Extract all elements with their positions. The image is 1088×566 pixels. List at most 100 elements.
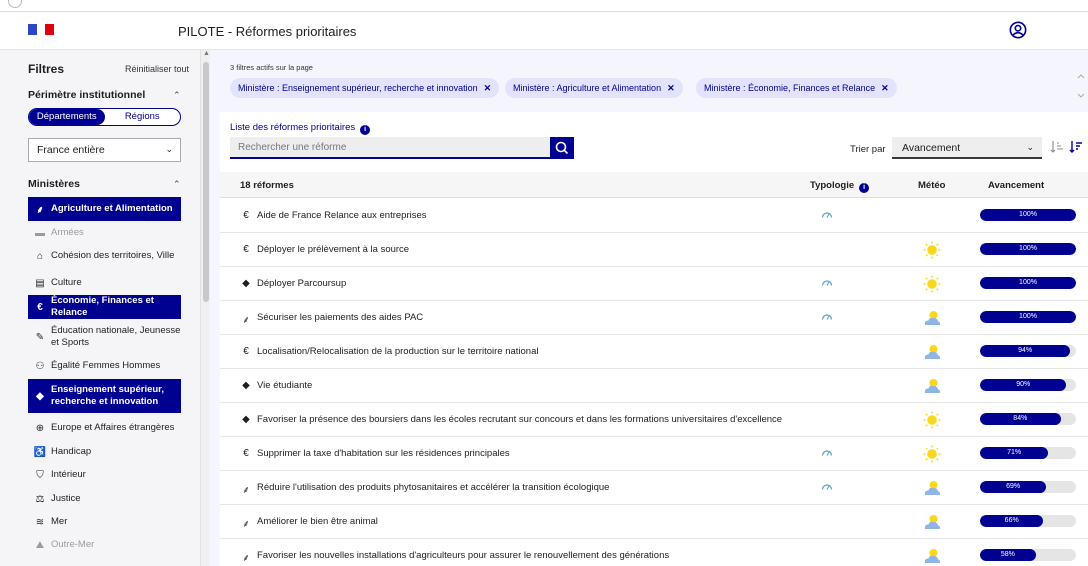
search-button[interactable] [550, 137, 574, 159]
ministeres-section-title[interactable]: Ministères [28, 178, 80, 190]
progress-bar: 100% [980, 311, 1076, 323]
table-row[interactable]: € Supprimer la taxe d'habitation sur les … [220, 437, 1088, 471]
perimetre-toggle[interactable]: Départements Régions [28, 108, 181, 126]
progress-bar: 100% [980, 277, 1076, 289]
reform-name[interactable]: Favoriser la présence des boursiers dans… [257, 414, 782, 425]
close-icon[interactable]: ✕ [881, 83, 889, 93]
territory-select-value: France entière [37, 144, 105, 156]
chevron-up-icon[interactable]: ⌃ [173, 179, 181, 190]
reform-name[interactable]: Supprimer la taxe d'habitation sur les r… [257, 448, 510, 459]
chevron-up-icon[interactable]: ⌃ [173, 90, 181, 101]
sun-icon [923, 445, 941, 463]
progress-bar: 69% [980, 481, 1076, 493]
reforms-list-title: Liste des réformes prioritaires i [230, 122, 371, 135]
filters-title: Filtres [28, 62, 65, 76]
ministere-handicap[interactable]: ♿ Handicap [28, 443, 181, 461]
progress-bar-fill: 71% [980, 447, 1049, 459]
territory-select[interactable]: France entière ⌄ [28, 138, 181, 162]
reform-name[interactable]: Réduire l'utilisation des produits phyto… [257, 482, 609, 493]
wheat-icon: ⸙ [36, 205, 44, 216]
reform-name[interactable]: Vie étudiante [257, 380, 312, 391]
ministere-outre-mer: ⛰ Outre-Mer [28, 536, 181, 554]
search-input[interactable] [230, 137, 550, 159]
app-title: PILOTE - Réformes prioritaires [178, 24, 357, 39]
ministere-europe[interactable]: ⊕ Europe et Affaires étrangères [28, 419, 181, 437]
ministere-cohesion-territoires[interactable]: ⌂ Cohésion des territoires, Ville [28, 247, 181, 265]
info-icon[interactable]: i [859, 183, 870, 193]
table-row[interactable]: € Localisation/Relocalisation de la produ… [220, 335, 1088, 369]
sidebar-scrollbar-thumb[interactable] [203, 62, 209, 302]
column-meteo: Météo [918, 180, 946, 191]
reforms-table-header: 18 réformes Typologie i Météo Avancement [220, 172, 1088, 198]
sidebar-scrollbar[interactable]: ▲ [200, 50, 210, 566]
ministere-education[interactable]: ✎ Éducation nationale, Jeunesse et Sport… [28, 322, 181, 352]
ministere-culture[interactable]: ▤ Culture [28, 274, 181, 292]
reform-name[interactable]: Sécuriser les paiements des aides PAC [257, 312, 423, 323]
filter-chip-agriculture[interactable]: Ministère : Agriculture et Alimentation ✕ [505, 78, 683, 98]
progress-bar: 71% [980, 447, 1076, 459]
table-row[interactable]: ◆ Favoriser la présence des boursiers dan… [220, 403, 1088, 437]
table-row[interactable]: ◆ Vie étudiante 90% [220, 369, 1088, 403]
table-row[interactable]: ⸙ Sécuriser les paiements des aides PAC 10… [220, 301, 1088, 335]
ministere-mer[interactable]: ≋ Mer [28, 513, 181, 531]
sort-select-value: Avancement [902, 142, 961, 154]
euro-icon: € [243, 346, 249, 357]
ministere-agriculture[interactable]: ⸙ Agriculture et Alimentation [28, 197, 181, 221]
partly-cloudy-icon [924, 379, 941, 393]
island-icon: ⛰ [35, 539, 45, 551]
reform-name[interactable]: Déployer Parcoursup [257, 278, 346, 289]
partly-cloudy-icon [924, 549, 941, 563]
graduation-cap-icon: ◆ [242, 278, 250, 289]
sun-icon [923, 275, 941, 293]
ministere-interieur[interactable]: ⛉ Intérieur [28, 466, 181, 484]
republique-francaise-logo[interactable] [28, 24, 55, 35]
progress-bar-fill: 100% [980, 277, 1076, 289]
table-row[interactable]: ⸙ Améliorer le bien être animal 66% [220, 505, 1088, 539]
wheat-icon: ⸙ [242, 553, 250, 564]
reform-name[interactable]: Aide de France Relance aux entreprises [257, 210, 427, 221]
wheat-icon: ⸙ [242, 315, 250, 326]
browser-top-strip [0, 0, 1088, 12]
reform-name[interactable]: Localisation/Relocalisation de la produc… [257, 346, 538, 357]
pencil-icon: ✎ [35, 331, 45, 343]
filters-scroll-arrows-icon[interactable] [1076, 72, 1086, 100]
progress-bar-fill: 90% [980, 379, 1067, 391]
ministere-armees: ▬ Armées [35, 227, 84, 239]
reform-name[interactable]: Améliorer le bien être animal [257, 516, 378, 527]
reform-name[interactable]: Favoriser les nouvelles installations d'… [257, 550, 669, 561]
info-icon[interactable]: i [360, 125, 371, 135]
progress-bar-fill: 69% [980, 481, 1047, 493]
progress-bar-fill: 100% [980, 209, 1076, 221]
toggle-departements[interactable]: Départements [29, 109, 105, 125]
table-row[interactable]: € Aide de France Relance aux entreprises 1… [220, 199, 1088, 233]
reform-name[interactable]: Déployer le prélèvement à la source [257, 244, 409, 255]
search-icon [555, 141, 569, 155]
gauge-icon [821, 280, 833, 286]
scroll-up-arrow-icon[interactable]: ▲ [203, 50, 210, 57]
ministere-enseignement-superieur[interactable]: ◆ Enseignement supérieur, recherche et i… [28, 379, 181, 413]
table-row[interactable]: ⸙ Favoriser les nouvelles installations d… [220, 539, 1088, 566]
table-row[interactable]: € Déployer le prélèvement à la source 100% [220, 233, 1088, 267]
progress-bar: 58% [980, 549, 1076, 561]
perimetre-section-title[interactable]: Périmètre institutionnel [28, 89, 145, 101]
user-account-icon[interactable] [1009, 21, 1027, 39]
ministere-justice[interactable]: ⚖ Justice [28, 490, 181, 508]
ministere-egalite[interactable]: ⚇ Égalité Femmes Hommes [28, 357, 181, 375]
table-row[interactable]: ◆ Déployer Parcoursup 100% [220, 267, 1088, 301]
sort-ascending-icon[interactable] [1050, 140, 1064, 154]
table-row[interactable]: ⸙ Réduire l'utilisation des produits phyt… [220, 471, 1088, 505]
filter-chip-enseignement-superieur[interactable]: Ministère : Enseignement supérieur, rech… [230, 78, 500, 98]
partly-cloudy-icon [924, 311, 941, 325]
reforms-count: 18 réformes [240, 180, 294, 191]
toggle-regions[interactable]: Régions [105, 109, 181, 125]
euro-icon: € [243, 244, 249, 255]
partly-cloudy-icon [924, 345, 941, 359]
sort-descending-icon[interactable] [1069, 140, 1083, 154]
close-icon[interactable]: ✕ [484, 83, 492, 93]
reset-filters-link[interactable]: Réinitialiser tout [125, 64, 189, 74]
close-icon[interactable]: ✕ [667, 83, 675, 93]
sort-select[interactable]: Avancement ⌄ [892, 137, 1042, 159]
progress-bar-fill: 84% [980, 413, 1061, 425]
filter-chip-economie[interactable]: Ministère : Économie, Finances et Relanc… [696, 78, 897, 98]
ministere-economie[interactable]: € Économie, Finances et Relance [28, 295, 181, 319]
